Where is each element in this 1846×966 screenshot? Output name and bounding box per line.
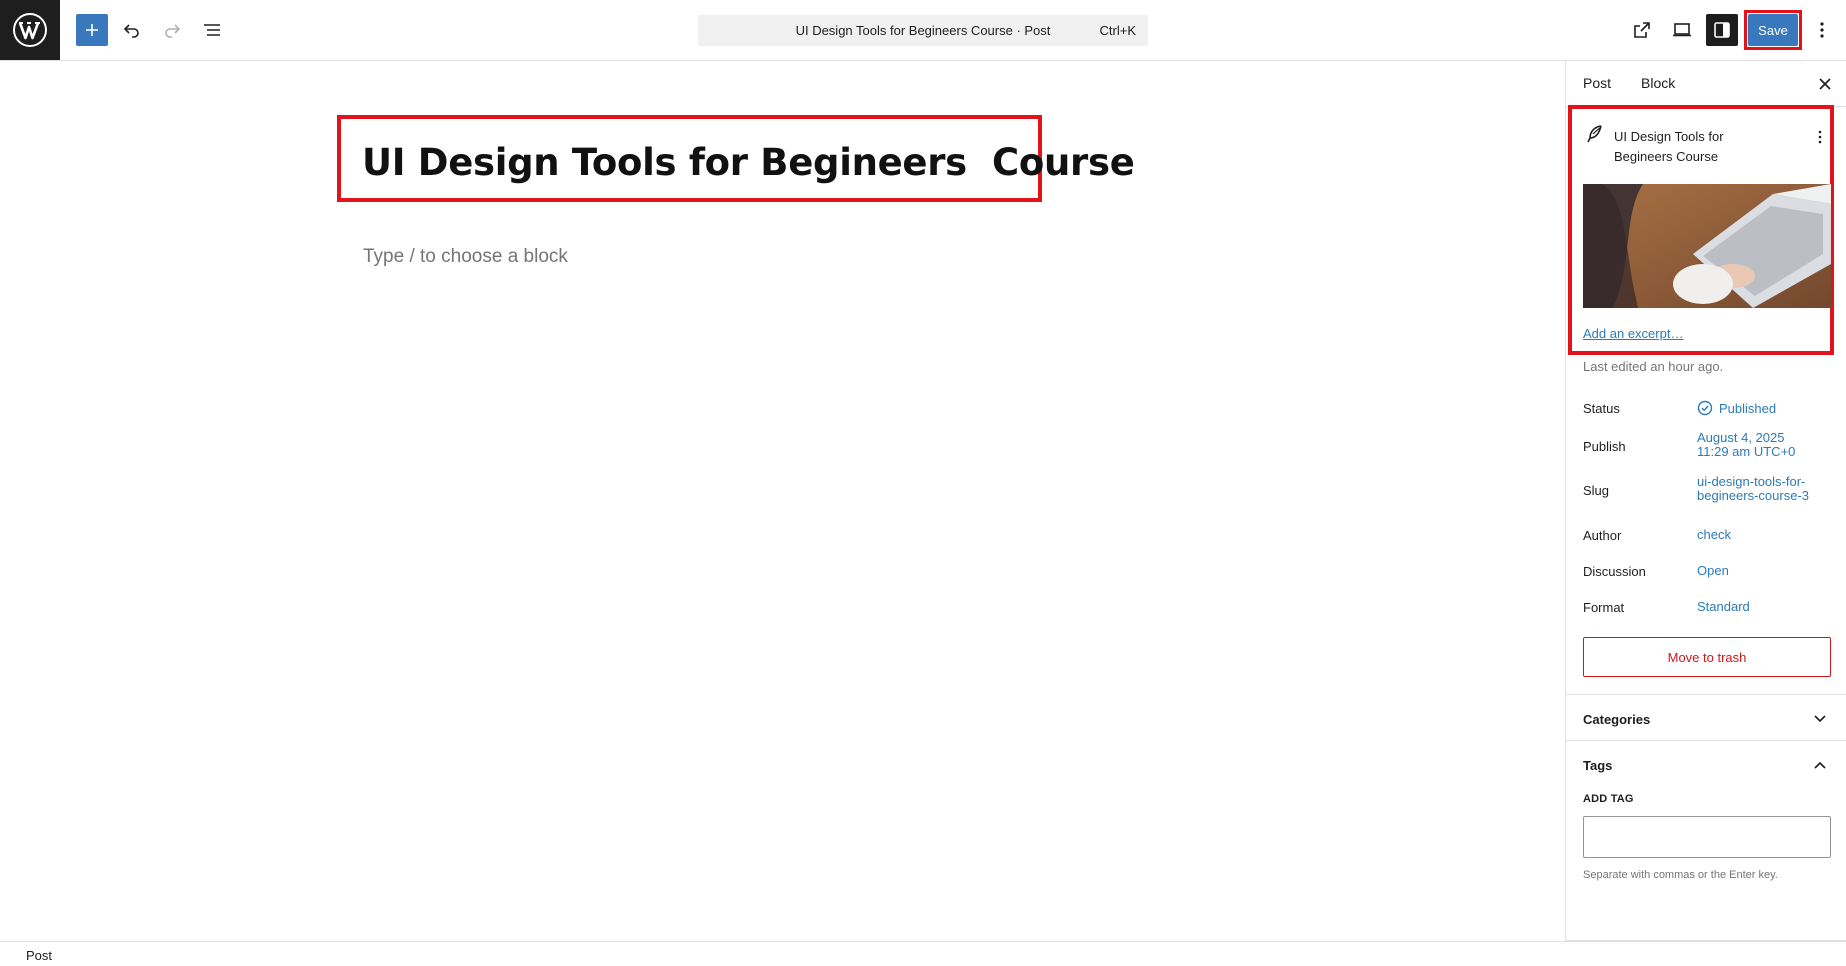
format-label: Format <box>1583 600 1625 615</box>
editor-header: UI Design Tools for Begineers Course · P… <box>0 0 1846 61</box>
panel-divider <box>1566 740 1846 741</box>
featured-image[interactable] <box>1583 184 1831 308</box>
tag-help-text: Separate with commas or the Enter key. <box>1583 869 1778 881</box>
last-edited-text: Last edited an hour ago. <box>1583 359 1724 374</box>
slug-line-1[interactable]: ui-design-tools-for- <box>1697 475 1805 489</box>
close-sidebar-button[interactable] <box>1815 74 1835 94</box>
tab-block[interactable]: Block <box>1641 75 1675 91</box>
chevron-down-icon <box>1814 715 1826 723</box>
tags-panel-title[interactable]: Tags <box>1583 758 1612 773</box>
preview-button[interactable] <box>1666 14 1698 46</box>
settings-sidebar-toggle[interactable] <box>1706 14 1738 46</box>
discussion-value[interactable]: Open <box>1697 564 1729 578</box>
add-tag-label: ADD TAG <box>1583 793 1634 805</box>
document-title: UI Design Tools for Begineers Course · P… <box>795 23 1051 38</box>
sidebar-tabs: Post Block <box>1566 61 1846 106</box>
more-vertical-icon <box>1818 130 1822 144</box>
categories-toggle[interactable] <box>1810 709 1830 729</box>
block-inserter-button[interactable] <box>76 14 108 46</box>
redo-button[interactable] <box>156 14 188 46</box>
add-tag-input[interactable] <box>1583 816 1831 858</box>
redo-icon <box>165 24 181 38</box>
author-value[interactable]: check <box>1697 528 1731 542</box>
chevron-up-icon <box>1814 761 1826 769</box>
slug-label: Slug <box>1583 483 1610 498</box>
close-icon <box>1819 78 1831 90</box>
slug-line-2[interactable]: begineers-course-3 <box>1697 489 1809 503</box>
post-card-title: UI Design Tools for Begineers Course <box>1614 129 1724 164</box>
more-vertical-icon <box>1820 22 1824 38</box>
status-label: Status <box>1583 401 1620 416</box>
sidebar-toggle-icon <box>1714 22 1730 38</box>
author-label: Author <box>1583 528 1622 543</box>
editor-footer: Post <box>0 941 1846 966</box>
panel-divider <box>1566 694 1846 695</box>
wordpress-logo-icon[interactable] <box>0 0 60 60</box>
block-appender-placeholder[interactable]: Type / to choose a block <box>363 246 568 268</box>
desktop-preview-icon <box>1673 23 1691 37</box>
format-value[interactable]: Standard <box>1697 600 1750 614</box>
move-to-trash-button[interactable]: Move to trash <box>1583 637 1831 677</box>
external-link-icon <box>1634 22 1650 38</box>
document-overview-button[interactable] <box>196 14 228 46</box>
list-view-icon <box>204 24 220 36</box>
command-palette-bar[interactable]: UI Design Tools for Begineers Course · P… <box>698 15 1148 46</box>
plus-icon <box>86 24 98 36</box>
status-value[interactable]: Published <box>1719 402 1776 416</box>
post-feather-icon <box>1586 125 1604 143</box>
published-check-icon <box>1697 400 1713 416</box>
keyboard-shortcut: Ctrl+K <box>1099 23 1136 38</box>
categories-panel-title[interactable]: Categories <box>1583 712 1650 727</box>
undo-button[interactable] <box>116 14 148 46</box>
editor-canvas: UI Design Tools for Begineers Course Typ… <box>0 61 1565 941</box>
undo-icon <box>123 24 139 38</box>
options-menu-button[interactable] <box>1806 14 1838 46</box>
save-button[interactable]: Save <box>1748 14 1798 46</box>
publish-time[interactable]: 11:29 am UTC+0 <box>1697 445 1795 459</box>
add-excerpt-link[interactable]: Add an excerpt… <box>1583 326 1683 341</box>
settings-sidebar: Post Block UI Design Tools for Begineers… <box>1565 61 1846 941</box>
post-title-input[interactable]: UI Design Tools for Begineers Course <box>362 141 1135 184</box>
publish-date[interactable]: August 4, 2025 <box>1697 431 1784 445</box>
view-post-button[interactable] <box>1626 14 1658 46</box>
tags-toggle[interactable] <box>1810 755 1830 775</box>
tab-post[interactable]: Post <box>1583 75 1611 91</box>
discussion-label: Discussion <box>1583 564 1646 579</box>
block-breadcrumb[interactable]: Post <box>26 948 52 963</box>
publish-label: Publish <box>1583 439 1626 454</box>
post-actions-button[interactable] <box>1812 127 1828 147</box>
